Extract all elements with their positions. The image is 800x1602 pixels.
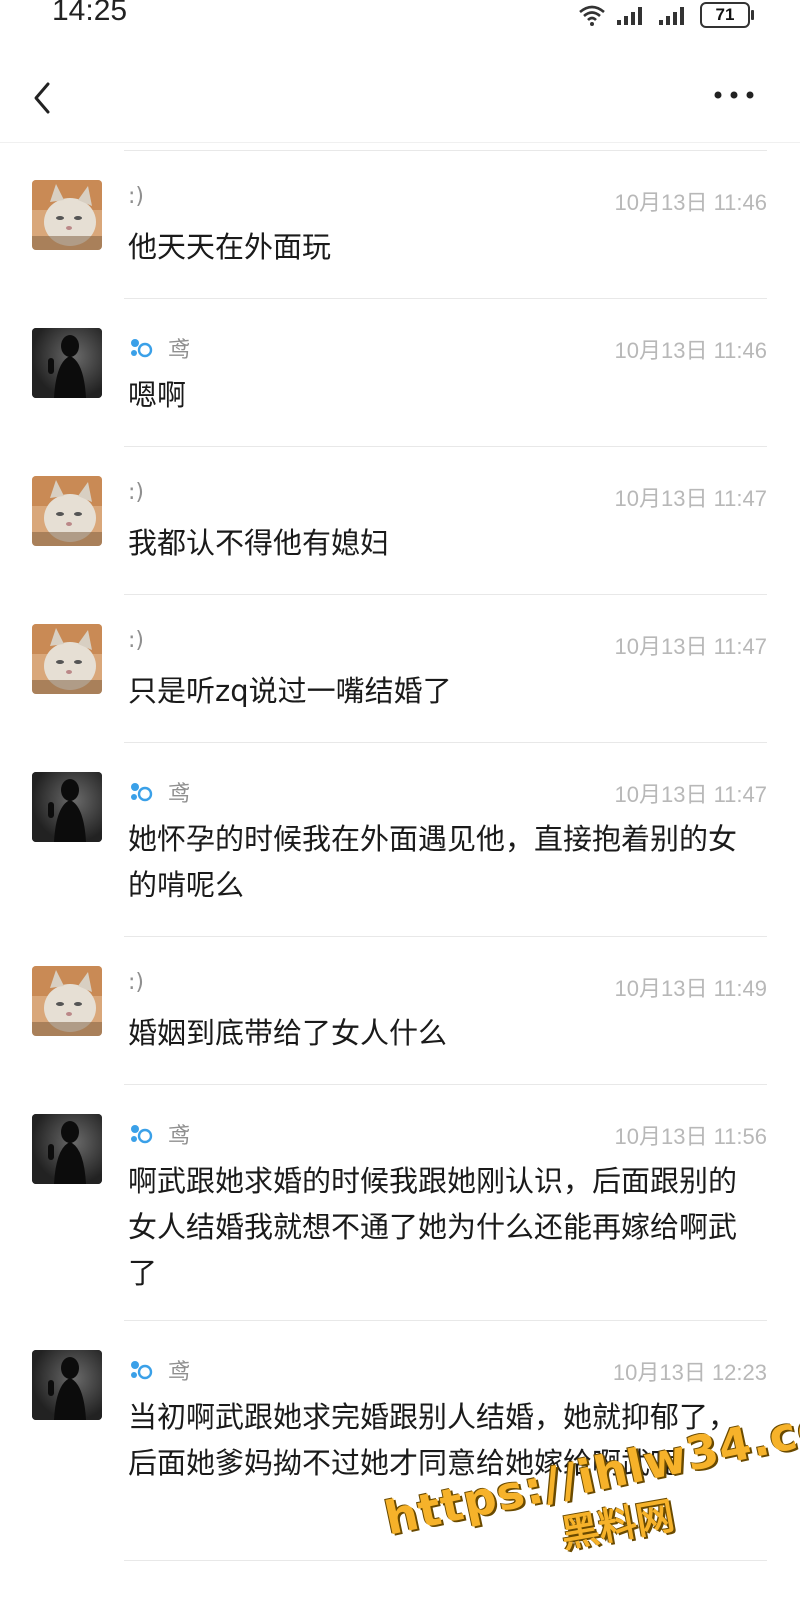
message-timestamp: 10月13日 11:47 [614,486,767,511]
message-timestamp: 10月13日 11:46 [614,190,767,215]
battery-indicator: 71 [700,2,754,28]
vip-badge-icon [131,783,153,802]
message-divider [124,298,767,299]
cat-avatar[interactable] [32,180,102,250]
message-text: 她怀孕的时候我在外面遇见他，直接抱着别的女的啃呢么 [128,822,738,902]
cat-avatar[interactable] [32,624,102,694]
message-text: 他天天在外面玩 [128,230,332,264]
message-divider [124,1320,767,1321]
message-timestamp: 10月13日 11:49 [614,976,767,1001]
cat-avatar[interactable] [32,966,102,1036]
message-text: 我都认不得他有媳妇 [128,526,390,560]
sender-name[interactable]: :) [128,184,144,209]
silhouette-avatar[interactable] [32,772,102,842]
message-divider [124,936,767,937]
message-divider [124,1084,767,1085]
message-text: 啊武跟她求婚的时候我跟她刚认识，后面跟别的女人结婚我就想不通了她为什么还能再嫁给… [128,1164,738,1290]
sender-name[interactable]: 鸢 [128,1354,190,1386]
navbar [0,52,800,144]
sender-label: :) [128,970,144,995]
sender-name[interactable]: :) [128,628,144,653]
vip-badge-icon [131,1361,153,1380]
sender-label: :) [128,628,144,653]
signal-icon [617,7,642,25]
status-icons: 71 [578,2,754,28]
status-time: 14:25 [52,0,128,27]
message-text: 只是听zq说过一嘴结婚了 [128,674,452,708]
message-timestamp: 10月13日 12:23 [612,1360,767,1385]
sender-label: 鸢 [168,782,191,807]
sender-name[interactable]: 鸢 [128,332,190,364]
silhouette-avatar[interactable] [32,1114,102,1184]
message-divider [124,742,767,743]
back-button[interactable] [26,78,66,118]
message-divider [124,1560,767,1561]
message-timestamp: 10月13日 11:47 [614,782,767,807]
sender-name[interactable]: :) [128,480,144,505]
vip-badge-icon [131,339,153,358]
message-timestamp: 10月13日 11:47 [614,634,767,659]
signal-icon-2 [659,7,684,25]
sender-label: :) [128,480,144,505]
sender-name[interactable]: 鸢 [128,1118,190,1150]
more-horizontal-icon [714,91,754,99]
navbar-divider [0,142,800,143]
message-timestamp: 10月13日 11:46 [614,338,767,363]
message-divider [124,594,767,595]
more-button[interactable] [710,80,760,110]
cat-avatar[interactable] [32,476,102,546]
vip-badge-icon [131,1125,153,1144]
silhouette-avatar[interactable] [32,328,102,398]
message-divider [124,446,767,447]
sender-label: :) [128,184,144,209]
status-bar: 14:25 71 [0,0,800,40]
chevron-left-icon [34,82,50,114]
sender-name[interactable]: 鸢 [128,776,190,808]
wifi-icon [579,5,605,26]
sender-label: 鸢 [168,338,191,363]
list-top-divider [124,150,767,151]
silhouette-avatar[interactable] [32,1350,102,1420]
sender-name[interactable]: :) [128,970,144,995]
sender-label: 鸢 [168,1124,191,1149]
message-text: 婚姻到底带给了女人什么 [128,1016,448,1050]
sender-label: 鸢 [168,1360,191,1385]
message-timestamp: 10月13日 11:56 [614,1124,767,1149]
message-text: 嗯啊 [128,378,187,412]
